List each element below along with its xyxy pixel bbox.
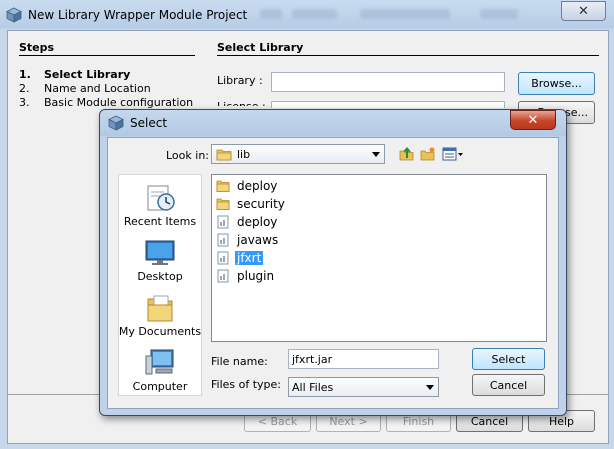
dialog-cancel-button[interactable]: Cancel xyxy=(472,374,545,396)
folder-icon xyxy=(216,149,232,161)
place-desktop[interactable]: Desktop xyxy=(119,238,201,283)
folder-up-icon xyxy=(399,146,414,161)
folder-icon xyxy=(216,198,230,210)
look-in-label: Look in: xyxy=(166,149,209,162)
step-item: 1. Select Library xyxy=(19,68,130,81)
dialog-title: Select xyxy=(130,116,168,130)
license-label: License : xyxy=(217,100,266,106)
recent-items-icon xyxy=(147,185,175,211)
file-icon xyxy=(217,233,229,246)
file-name: deploy xyxy=(237,214,278,229)
blurred-background xyxy=(480,9,518,19)
places-bar: Recent Items Desktop My Documents Comput… xyxy=(118,174,202,396)
files-of-type-value: All Files xyxy=(292,381,334,394)
browse-library-button[interactable]: Browse... xyxy=(518,72,595,95)
select-button[interactable]: Select xyxy=(472,348,545,370)
up-one-level-button[interactable] xyxy=(398,146,416,162)
file-icon xyxy=(217,215,229,228)
file-name: javaws xyxy=(237,232,279,247)
file-icon xyxy=(217,269,229,282)
folder-icon xyxy=(216,180,230,192)
create-new-folder-button[interactable] xyxy=(419,146,437,162)
step-item: 2. Name and Location xyxy=(19,82,151,95)
blurred-background xyxy=(260,9,282,19)
blurred-background xyxy=(360,9,450,19)
file-list-item-selected[interactable]: jfxrt xyxy=(216,249,264,266)
step-number: 2. xyxy=(19,82,30,95)
new-folder-icon xyxy=(420,147,435,161)
file-name-label: File name: xyxy=(211,355,268,368)
wizard-close-button[interactable]: ✕ xyxy=(561,1,606,21)
library-label: Library : xyxy=(217,74,263,87)
place-computer[interactable]: Computer xyxy=(119,348,201,393)
wizard-title: New Library Wrapper Module Project xyxy=(28,8,248,22)
files-of-type-label: Files of type: xyxy=(211,378,282,391)
steps-divider xyxy=(19,55,195,56)
place-label: Computer xyxy=(132,380,188,393)
step-number: 1. xyxy=(19,68,31,81)
look-in-dropdown[interactable]: lib xyxy=(211,144,385,164)
wizard-title-bar: New Library Wrapper Module Project xyxy=(6,5,247,25)
step-label: Name and Location xyxy=(44,82,151,95)
file-list-item[interactable]: deploy xyxy=(216,177,279,194)
place-recent-items[interactable]: Recent Items xyxy=(119,183,201,228)
look-in-value: lib xyxy=(237,147,251,161)
files-of-type-dropdown[interactable]: All Files xyxy=(288,377,439,397)
file-name: security xyxy=(237,196,285,211)
place-label: My Documents xyxy=(118,325,202,338)
blurred-background xyxy=(292,9,337,19)
file-list: deploy security deploy javaws jfxrt plug… xyxy=(211,174,547,342)
section-divider xyxy=(217,55,599,56)
computer-icon xyxy=(145,349,174,375)
place-label: Recent Items xyxy=(123,215,197,228)
step-label: Basic Module configuration xyxy=(44,96,194,109)
place-my-documents[interactable]: My Documents xyxy=(119,293,201,338)
chevron-down-icon xyxy=(372,152,380,157)
file-list-item[interactable]: deploy xyxy=(216,213,279,230)
step-label: Select Library xyxy=(44,68,131,81)
view-menu-icon xyxy=(442,147,463,161)
select-dialog: Select ✕ Look in: lib Recent Items Deskt… xyxy=(99,109,567,416)
view-menu-button[interactable] xyxy=(441,146,465,162)
dialog-close-button[interactable]: ✕ xyxy=(510,110,556,130)
close-icon: ✕ xyxy=(578,3,589,19)
netbeans-cube-icon xyxy=(6,7,22,23)
netbeans-cube-icon xyxy=(108,115,124,131)
file-name-input[interactable]: jfxrt.jar xyxy=(288,349,439,369)
dialog-client-area: Look in: lib Recent Items Desktop My Doc… xyxy=(107,137,559,409)
steps-title: Steps xyxy=(19,41,55,54)
place-label: Desktop xyxy=(137,270,183,283)
file-list-item[interactable]: security xyxy=(216,195,287,212)
file-list-item[interactable]: plugin xyxy=(216,267,276,284)
file-name: jfxrt xyxy=(235,250,264,265)
step-number: 3. xyxy=(19,96,30,109)
dialog-title-bar: Select xyxy=(108,115,167,131)
file-name: deploy xyxy=(237,178,278,193)
file-icon xyxy=(217,251,229,264)
desktop-icon xyxy=(145,240,175,265)
library-field[interactable] xyxy=(271,72,505,92)
close-icon: ✕ xyxy=(527,112,539,128)
step-item: 3. Basic Module configuration xyxy=(19,96,193,109)
section-title: Select Library xyxy=(217,41,304,54)
license-field[interactable] xyxy=(271,101,505,108)
chevron-down-icon xyxy=(426,385,434,390)
my-documents-icon xyxy=(147,295,173,322)
file-name: plugin xyxy=(237,268,275,283)
file-list-item[interactable]: javaws xyxy=(216,231,280,248)
